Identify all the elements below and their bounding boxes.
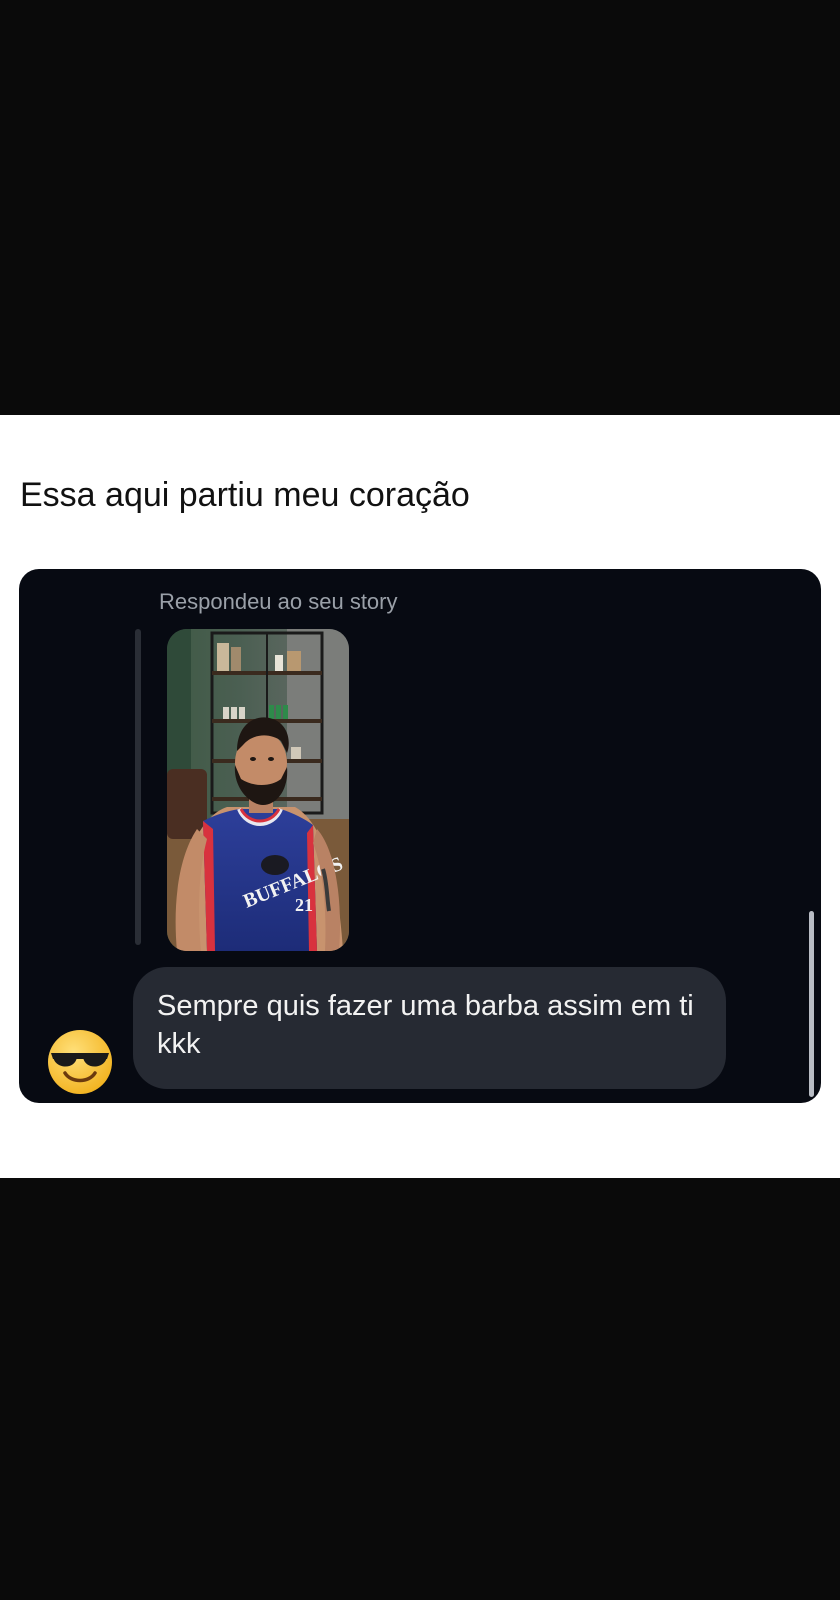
sunglasses-emoji-icon[interactable]: [47, 1029, 113, 1095]
jersey-number: 21: [295, 895, 313, 915]
post-caption: Essa aqui partiu meu coração: [20, 476, 470, 514]
scrollbar[interactable]: [809, 911, 814, 1097]
story-photo: BUFFALOS 21: [167, 629, 349, 951]
message-bubble[interactable]: Sempre quis fazer uma barba assim em ti …: [133, 967, 726, 1089]
avatar-emoji-graphic: [48, 1030, 112, 1094]
dm-screenshot: Respondeu ao seu story BUFFALOS 21 Sempr…: [19, 569, 821, 1103]
story-thumbnail[interactable]: BUFFALOS 21: [167, 629, 349, 951]
story-reply-label: Respondeu ao seu story: [159, 589, 398, 614]
bottom-black-area: [0, 1178, 840, 1600]
message-text: Sempre quis fazer uma barba assim em ti …: [157, 990, 694, 1060]
top-black-area: [0, 0, 840, 415]
reply-thread-line: [135, 629, 141, 945]
